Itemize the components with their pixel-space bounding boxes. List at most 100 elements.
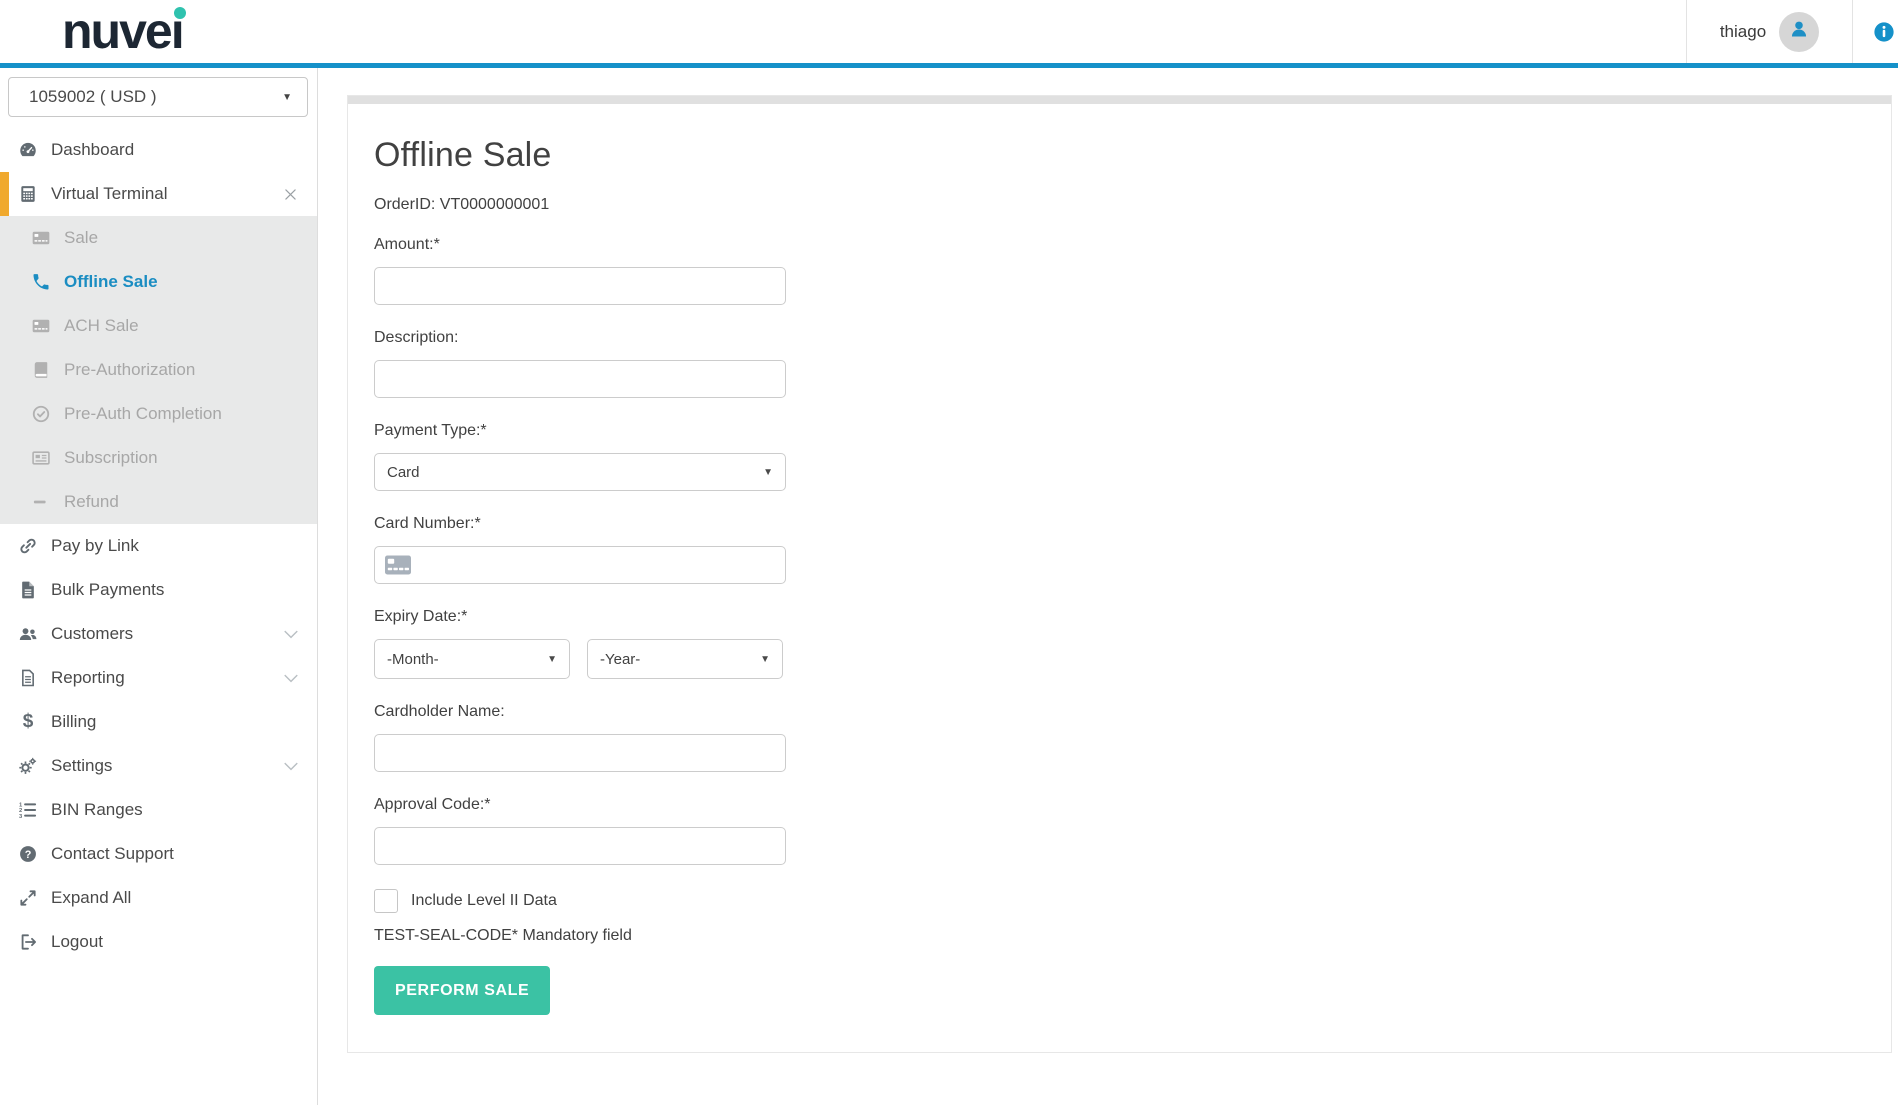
payment-type-select[interactable]: Card ▼ xyxy=(374,453,786,491)
cardholder-name-input[interactable] xyxy=(374,734,786,772)
sidebar-item-label: Subscription xyxy=(64,448,158,467)
sidebar-item-customers[interactable]: Customers xyxy=(0,612,317,656)
card-number-label: Card Number:* xyxy=(374,515,481,532)
sidebar-item-ach-sale[interactable]: ACH Sale xyxy=(0,304,317,348)
payment-type-field-group: Payment Type:* Card ▼ xyxy=(374,422,1851,491)
order-id: OrderID: VT0000000001 xyxy=(374,196,550,213)
description-input[interactable] xyxy=(374,360,786,398)
include-level2-checkbox[interactable] xyxy=(374,889,398,913)
top-header: nuveı thiago xyxy=(0,0,1898,68)
sidebar-item-logout[interactable]: Logout xyxy=(0,920,317,964)
mandatory-note: TEST-SEAL-CODE* Mandatory field xyxy=(374,927,632,944)
chevron-down-icon xyxy=(281,756,301,776)
phone-icon xyxy=(31,272,51,292)
credit-card-icon xyxy=(31,316,51,336)
offline-sale-card: Offline Sale OrderID: VT0000000001 Amoun… xyxy=(347,95,1892,1053)
perform-sale-button[interactable]: PERFORM SALE xyxy=(374,966,551,1015)
sidebar-item-reporting[interactable]: Reporting xyxy=(0,656,317,700)
sidebar: 1059002 ( USD ) ▼ Dashboard Virtual Termi… xyxy=(0,68,318,1105)
users-icon xyxy=(18,624,38,644)
newspaper-icon xyxy=(31,448,51,468)
sidebar-item-label: Pay by Link xyxy=(51,536,139,555)
expiry-date-field-group: Expiry Date:* -Month- ▼ -Year- ▼ xyxy=(374,608,1851,679)
report-icon xyxy=(18,668,38,688)
approval-code-label: Approval Code:* xyxy=(374,796,491,813)
cardholder-name-label: Cardholder Name: xyxy=(374,703,505,720)
expiry-date-label: Expiry Date:* xyxy=(374,608,468,625)
sidebar-item-label: Virtual Terminal xyxy=(51,184,168,203)
info-button[interactable] xyxy=(1852,0,1898,63)
sidebar-item-label: Bulk Payments xyxy=(51,580,165,599)
logo-text: nuveı xyxy=(62,3,185,59)
sidebar-item-bulk-payments[interactable]: Bulk Payments xyxy=(0,568,317,612)
sidebar-item-pay-by-link[interactable]: Pay by Link xyxy=(0,524,317,568)
sidebar-item-label: Expand All xyxy=(51,888,132,907)
sidebar-item-dashboard[interactable]: Dashboard xyxy=(0,128,317,172)
page-title: Offline Sale xyxy=(374,136,552,174)
file-icon xyxy=(18,580,38,600)
sidebar-item-pre-authorization[interactable]: Pre-Authorization xyxy=(0,348,317,392)
ordered-list-icon: 123 xyxy=(18,800,38,820)
minus-icon xyxy=(31,492,51,512)
amount-field-group: Amount:* xyxy=(374,236,1851,305)
payment-type-label: Payment Type:* xyxy=(374,422,487,439)
expiry-year-select[interactable]: -Year- ▼ xyxy=(587,639,783,679)
sidebar-item-contact-support[interactable]: ? Contact Support xyxy=(0,832,317,876)
logo-dot-icon xyxy=(173,7,186,19)
nuvei-logo[interactable]: nuveı xyxy=(62,1,186,63)
card-number-input[interactable] xyxy=(374,546,786,584)
sidebar-item-refund[interactable]: Refund xyxy=(0,480,317,524)
description-label: Description: xyxy=(374,329,459,346)
sidebar-item-label: BIN Ranges xyxy=(51,800,143,819)
expand-icon xyxy=(18,888,38,908)
sidebar-item-billing[interactable]: $ Billing xyxy=(0,700,317,744)
description-field-group: Description: xyxy=(374,329,1851,398)
person-icon xyxy=(1788,18,1810,45)
sidebar-item-label: Billing xyxy=(51,712,97,731)
sidebar-item-label: Reporting xyxy=(51,668,125,687)
svg-text:3: 3 xyxy=(19,814,23,820)
credit-card-icon xyxy=(31,228,51,248)
sidebar-item-label: Dashboard xyxy=(51,140,135,159)
sidebar-nav: Dashboard Virtual Terminal Sale Offline Sal… xyxy=(0,128,317,964)
user-menu-button[interactable]: thiago xyxy=(1686,0,1852,63)
sidebar-item-subscription[interactable]: Subscription xyxy=(0,436,317,480)
sidebar-item-label: Pre-Auth Completion xyxy=(64,404,222,423)
expiry-year-value: -Year- xyxy=(600,650,641,668)
include-level2-row: Include Level II Data xyxy=(374,889,1851,913)
expiry-month-value: -Month- xyxy=(387,650,439,668)
book-icon xyxy=(31,360,51,380)
merchant-select[interactable]: 1059002 ( USD ) ▼ xyxy=(8,77,308,117)
merchant-select-value: 1059002 ( USD ) xyxy=(29,87,157,106)
link-icon xyxy=(18,536,38,556)
check-circle-icon xyxy=(31,404,51,424)
sidebar-item-expand-all[interactable]: Expand All xyxy=(0,876,317,920)
dollar-icon: $ xyxy=(22,711,34,732)
logout-icon xyxy=(18,932,38,952)
sidebar-item-offline-sale[interactable]: Offline Sale xyxy=(0,260,317,304)
sidebar-item-label: Logout xyxy=(51,932,103,951)
sidebar-item-bin-ranges[interactable]: 1 2 3 BIN Ranges xyxy=(0,788,317,832)
sidebar-item-pre-auth-completion[interactable]: Pre-Auth Completion xyxy=(0,392,317,436)
approval-code-input[interactable] xyxy=(374,827,786,865)
chevron-down-icon xyxy=(281,668,301,688)
sidebar-item-label: Pre-Authorization xyxy=(64,360,196,379)
caret-down-icon: ▼ xyxy=(547,653,557,665)
approval-code-field-group: Approval Code:* xyxy=(374,796,1851,865)
card-number-field-group: Card Number:* xyxy=(374,515,1851,584)
calculator-icon xyxy=(18,184,38,204)
card-top-strip xyxy=(348,96,1891,104)
close-icon[interactable] xyxy=(282,186,299,203)
cardholder-name-field-group: Cardholder Name: xyxy=(374,703,1851,772)
sidebar-item-sale[interactable]: Sale xyxy=(0,216,317,260)
include-level2-label: Include Level II Data xyxy=(411,892,557,909)
sidebar-item-label: Settings xyxy=(51,756,113,775)
sidebar-item-label: Offline Sale xyxy=(64,272,158,291)
amount-input[interactable] xyxy=(374,267,786,305)
username: thiago xyxy=(1719,21,1767,41)
sidebar-item-virtual-terminal[interactable]: Virtual Terminal xyxy=(0,172,317,216)
expiry-month-select[interactable]: -Month- ▼ xyxy=(374,639,570,679)
sidebar-item-settings[interactable]: Settings xyxy=(0,744,317,788)
sidebar-item-label: Customers xyxy=(51,624,134,643)
sidebar-item-label: Sale xyxy=(64,228,99,247)
